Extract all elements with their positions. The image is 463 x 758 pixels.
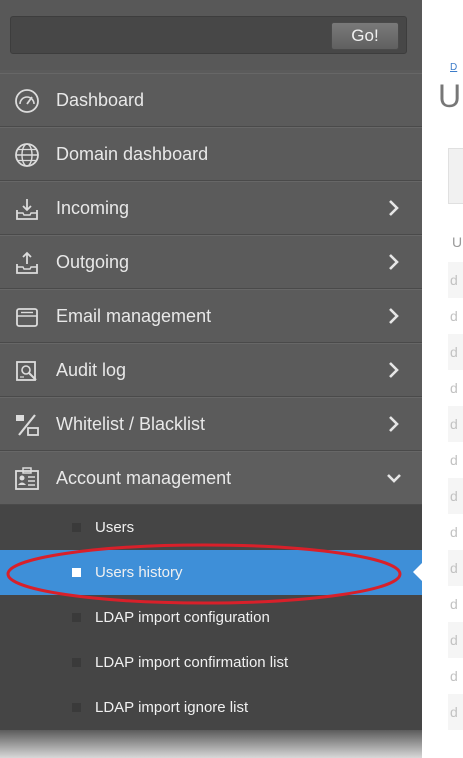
table-row[interactable]: d	[448, 442, 463, 478]
nav-item-domain-dashboard[interactable]: Domain dashboard	[0, 127, 422, 181]
gauge-icon	[14, 88, 40, 114]
chevron-down-icon	[386, 468, 402, 488]
table-row[interactable]: d	[448, 658, 463, 694]
table-row[interactable]: d	[448, 478, 463, 514]
nav-item-outgoing[interactable]: Outgoing	[0, 235, 422, 289]
submenu-item-ldap-import-configuration[interactable]: LDAP import configuration	[0, 595, 422, 640]
table-row[interactable]: d	[448, 262, 463, 298]
bullet-icon	[72, 568, 81, 577]
table-row[interactable]: d	[448, 622, 463, 658]
nav-label-email-management: Email management	[56, 305, 212, 326]
submenu-label-ldap-import-confirmation-list: LDAP import confirmation list	[95, 654, 289, 671]
nav-label-outgoing: Outgoing	[56, 251, 130, 272]
nav-item-audit-log[interactable]: Audit log	[0, 343, 422, 397]
outbox-upload-icon	[14, 250, 40, 276]
nav-item-account-management[interactable]: Account management	[0, 451, 422, 505]
active-pointer-icon	[413, 562, 422, 582]
submenu-item-users[interactable]: Users	[0, 505, 422, 550]
main-nav: Dashboard Domain dashboard Incoming Outg…	[0, 73, 422, 505]
submenu-label-users: Users	[95, 519, 135, 536]
chevron-right-icon	[386, 414, 402, 434]
bullet-icon	[72, 703, 81, 712]
nav-item-incoming[interactable]: Incoming	[0, 181, 422, 235]
table-row[interactable]: d	[448, 514, 463, 550]
chevron-right-icon	[386, 360, 402, 380]
table-row[interactable]: d	[448, 550, 463, 586]
submenu-label-ldap-import-ignore-list: LDAP import ignore list	[95, 699, 249, 716]
chevron-right-icon	[386, 198, 402, 218]
id-card-icon	[14, 466, 40, 492]
chevron-right-icon	[386, 306, 402, 326]
sidebar: Go! Dashboard Domain dashboard Incoming	[0, 0, 422, 758]
nav-label-audit-log: Audit log	[56, 359, 127, 380]
submenu-item-users-history[interactable]: Users history	[0, 550, 422, 595]
nav-item-whitelist-blacklist[interactable]: Whitelist / Blacklist	[0, 397, 422, 451]
bullet-icon	[72, 523, 81, 532]
audit-search-icon	[14, 358, 40, 384]
go-button[interactable]: Go!	[331, 22, 399, 50]
nav-item-dashboard[interactable]: Dashboard	[0, 73, 422, 127]
globe-icon	[14, 142, 40, 168]
table-row[interactable]: d	[448, 298, 463, 334]
nav-item-email-management[interactable]: Email management	[0, 289, 422, 343]
search-bar: Go!	[0, 0, 422, 70]
main-content: D U U d d d d d d d d d d d d d	[422, 0, 463, 758]
nav-label-account-management: Account management	[56, 467, 232, 488]
bullet-icon	[72, 613, 81, 622]
submenu-label-users-history: Users history	[95, 564, 183, 581]
envelope-tray-icon	[14, 304, 40, 330]
breadcrumb-link[interactable]: D	[450, 62, 457, 73]
table-row[interactable]: d	[448, 694, 463, 730]
nav-label-dashboard: Dashboard	[56, 89, 145, 110]
bullet-icon	[72, 658, 81, 667]
nav-label-incoming: Incoming	[56, 197, 130, 218]
search-input[interactable]	[11, 17, 331, 53]
account-management-submenu: Users Users history LDAP import configur…	[0, 505, 422, 730]
column-header: U	[452, 234, 463, 250]
table-row[interactable]: d	[448, 370, 463, 406]
table-row[interactable]: d	[448, 406, 463, 442]
page-title: U	[438, 78, 462, 114]
submenu-item-ldap-import-confirmation-list[interactable]: LDAP import confirmation list	[0, 640, 422, 685]
nav-label-whitelist-blacklist: Whitelist / Blacklist	[56, 413, 206, 434]
inbox-download-icon	[14, 196, 40, 222]
submenu-label-ldap-import-configuration: LDAP import configuration	[95, 609, 270, 626]
toolbar-panel	[448, 148, 463, 204]
sidebar-footer-fade	[0, 730, 422, 758]
nav-label-domain-dashboard: Domain dashboard	[56, 143, 209, 164]
table-row[interactable]: d	[448, 586, 463, 622]
submenu-item-ldap-import-ignore-list[interactable]: LDAP import ignore list	[0, 685, 422, 730]
search-box: Go!	[10, 16, 407, 54]
chevron-right-icon	[386, 252, 402, 272]
percent-list-icon	[14, 412, 40, 438]
table-row[interactable]: d	[448, 334, 463, 370]
